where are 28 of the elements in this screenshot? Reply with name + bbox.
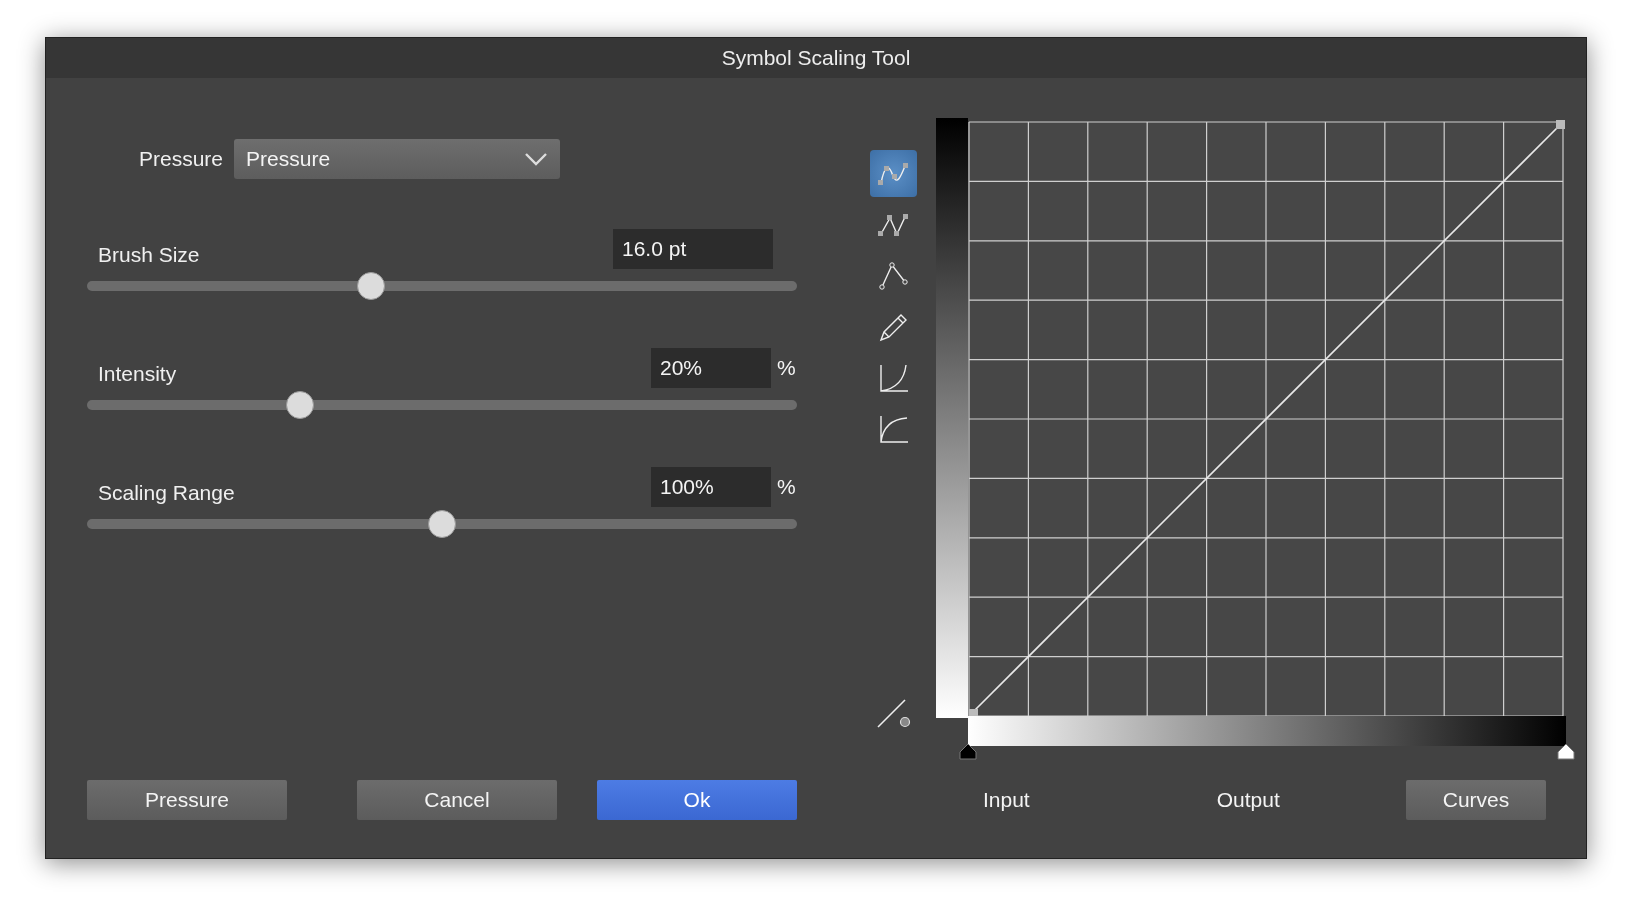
pressure-dropdown[interactable]: Pressure [234,139,561,179]
slider[interactable] [87,510,797,538]
window-title: Symbol Scaling Tool [721,46,911,70]
slider-thumb[interactable] [286,391,314,419]
curves-button[interactable]: Curves [1406,780,1546,820]
unit-label: % [777,355,797,380]
input-range-handle[interactable] [1556,744,1576,760]
slider-label: Scaling Range [98,481,235,506]
chevron-down-icon [524,152,549,166]
unit-label: % [777,474,797,499]
dialog-button[interactable]: Pressure [87,780,287,820]
slider-label: Intensity [98,362,177,387]
pressure-label: Pressure [139,147,224,171]
smooth-curve-tool[interactable] [869,150,917,197]
value-field[interactable]: 16.0 pt [613,229,773,269]
slider[interactable] [87,391,797,419]
slider-label: Brush Size [98,243,200,268]
curve-graph[interactable] [966,119,1566,719]
slider-thumb[interactable] [357,272,385,300]
value-field[interactable]: 100% [651,467,771,507]
value-field[interactable]: 20% [651,348,771,388]
dialog-button[interactable]: Cancel [357,780,557,820]
input-label: Input [983,788,1030,812]
ok-button[interactable]: Ok [597,780,797,820]
input-range-handle[interactable] [958,744,978,760]
slider[interactable] [87,272,797,300]
output-label: Output [1216,788,1280,812]
slider-thumb[interactable] [428,510,456,538]
